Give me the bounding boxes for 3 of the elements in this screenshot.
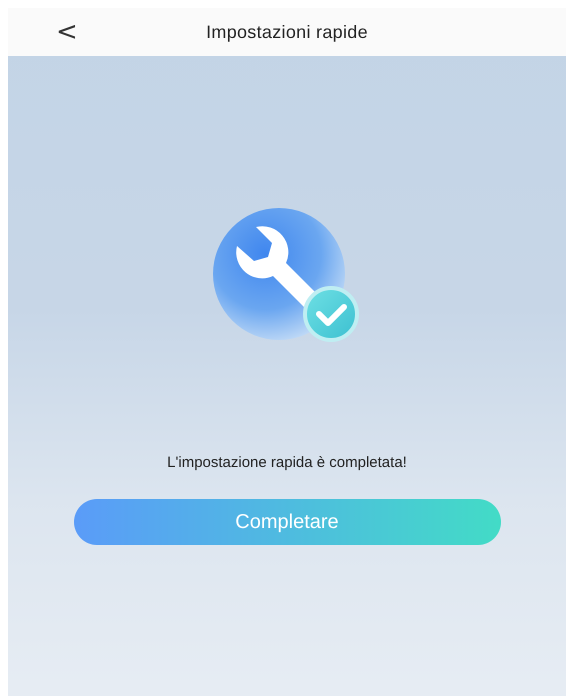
page-title: Impostazioni rapide <box>206 22 368 42</box>
back-button[interactable]: < <box>52 17 82 47</box>
completion-message: L'impostazione rapida è completata! <box>167 454 407 471</box>
